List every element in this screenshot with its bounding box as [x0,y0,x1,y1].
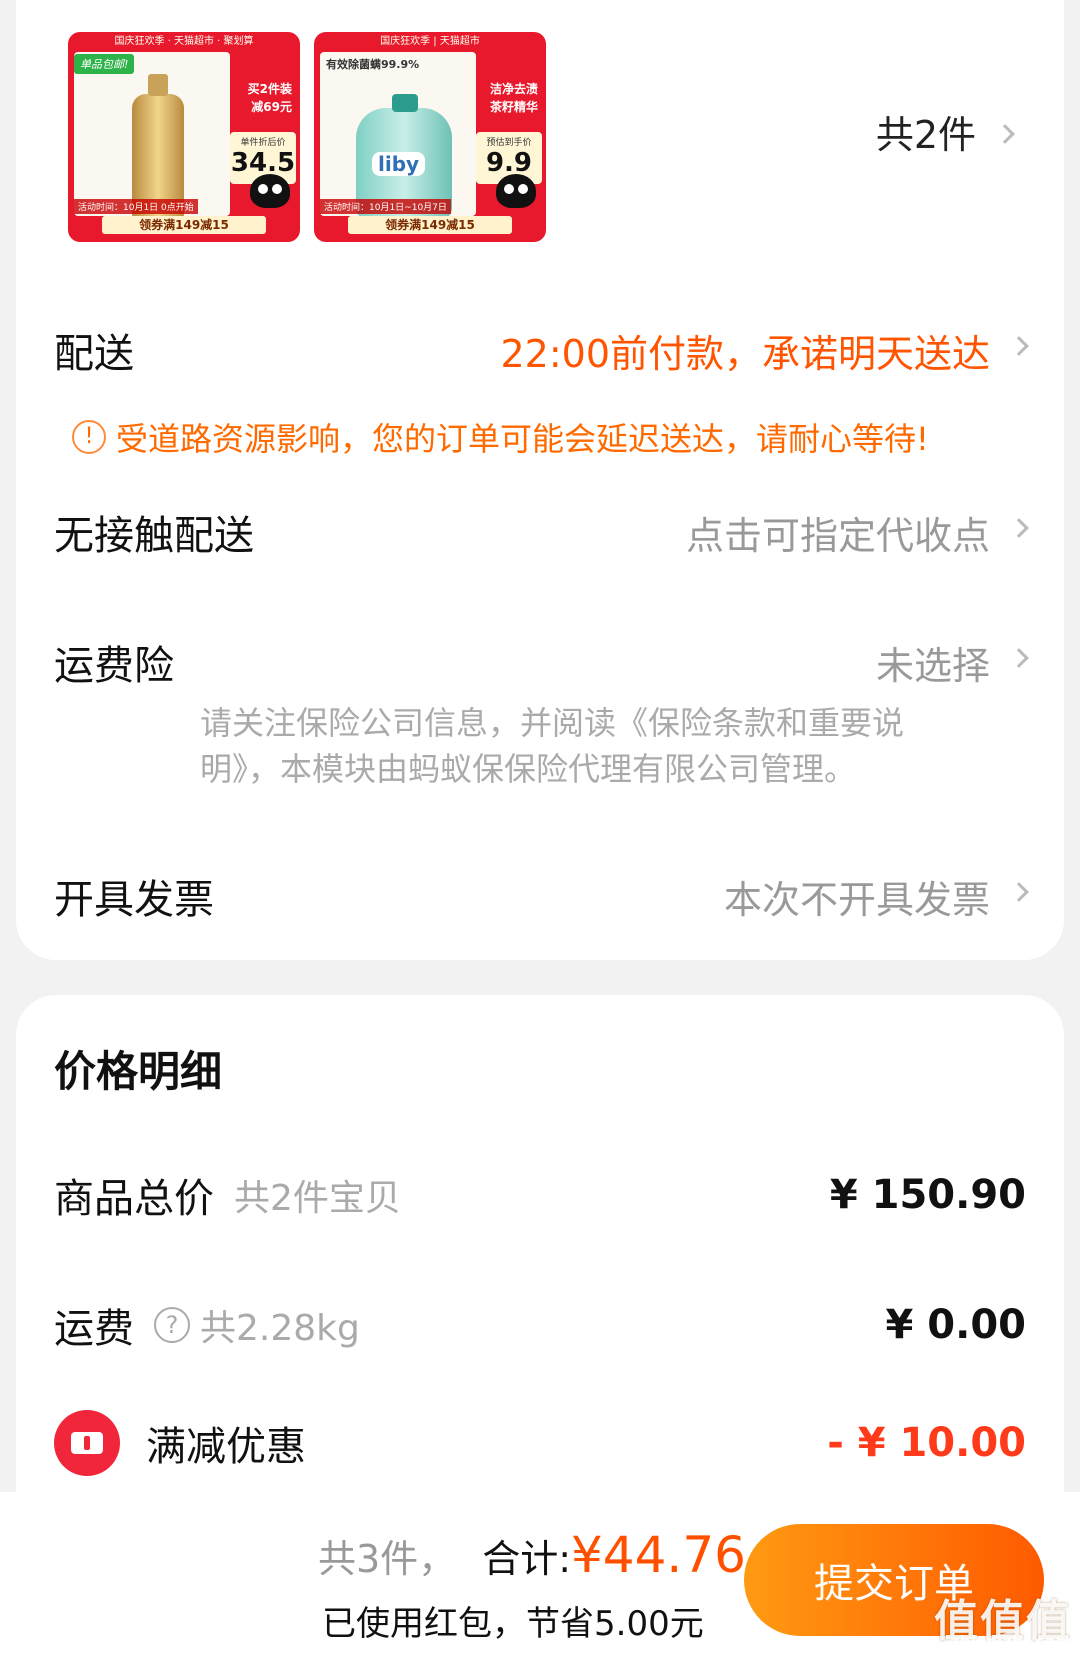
notice-text: 受道路资源影响，您的订单可能会延迟送达，请耐心等待! [116,420,929,458]
tmall-cat-icon [250,174,290,208]
product-image-shampoo[interactable]: 国庆狂欢季 · 天猫超市 · 聚划算 单品包邮! 买2件装 减69元 单件折后价… [68,32,300,242]
shipping-label: 运费 [54,1306,134,1352]
activity-time: 活动时间：10月1日 0点开始 [74,199,198,214]
goods-total-label: 商品总价 [54,1176,214,1222]
item-count-link[interactable]: 共2件 [875,104,1015,159]
watermark: 值值值 zhizhizhi.com [934,1596,1072,1652]
product-banner: 国庆狂欢季 | 天猫超市 [380,36,480,47]
coupon-text: 领券满149减15 [102,216,266,234]
shipping-row: 运费? 共2.28kg ¥ 0.00 [54,1296,1026,1354]
order-info-card: 国庆狂欢季 · 天猫超市 · 聚划算 单品包邮! 买2件装 减69元 单件折后价… [16,0,1064,960]
insurance-value: 未选择 [876,635,1029,690]
discount-row: 满减优惠 - ¥ 10.00 [54,1410,1026,1476]
invoice-row[interactable]: 开具发票 本次不开具发票 [54,866,1029,926]
contactless-row[interactable]: 无接触配送 点击可指定代收点 [54,502,1029,562]
delivery-value: 22:00前付款，承诺明天送达 [500,323,1029,378]
shipping-weight: 共2.28kg [200,1308,360,1349]
discount-value: - ¥ 10.00 [827,1420,1026,1466]
activity-time: 活动时间：10月1日~10月7日 [320,199,451,214]
product-photo [74,52,230,222]
savings-text: 已使用红包，节省5.00元 [322,1604,704,1644]
delivery-row[interactable]: 配送 22:00前付款，承诺明天送达 [54,320,1029,380]
goods-total-sub: 共2件宝贝 [234,1178,401,1219]
chevron-right-icon [995,123,1015,144]
product-promo: 洁净去渍 茶籽精华 [489,82,538,114]
delivery-label: 配送 [54,331,134,377]
coupon-icon [54,1410,120,1476]
delivery-delay-notice: ! 受道路资源影响，您的订单可能会延迟送达，请耐心等待! [72,414,929,460]
contactless-label: 无接触配送 [54,513,254,559]
shipping-value: ¥ 0.00 [885,1302,1026,1348]
invoice-label: 开具发票 [54,877,214,923]
chevron-right-icon [1009,518,1029,538]
chevron-right-icon [1009,336,1029,356]
goods-total-row: 商品总价 共2件宝贝 ¥ 150.90 [54,1166,1026,1224]
total-line: 共3件， 合计: ¥44.76 [318,1526,746,1584]
chevron-right-icon [1009,648,1029,668]
product-photo: liby [320,52,476,220]
total-label: 合计: [482,1537,571,1581]
chevron-right-icon [1009,882,1029,902]
warning-icon: ! [72,420,106,454]
product-image-detergent[interactable]: 国庆狂欢季 | 天猫超市 liby 有效除菌螨99.9% 洁净去渍 茶籽精华 预… [314,32,546,242]
product-promo: 买2件装 减69元 [247,82,292,114]
contactless-value: 点击可指定代收点 [686,505,1029,560]
coupon-text: 领券满149减15 [348,216,512,234]
invoice-value: 本次不开具发票 [724,869,1029,924]
insurance-label: 运费险 [54,643,174,689]
tmall-cat-icon [496,174,536,208]
discount-label: 满减优惠 [146,1424,306,1470]
checkout-bar: 共3件， 合计: ¥44.76 已使用红包，节省5.00元 提交订单 值值值 z… [0,1492,1080,1658]
price-detail-title: 价格明细 [54,1047,223,1096]
total-amount: ¥44.76 [571,1526,746,1584]
goods-total-value: ¥ 150.90 [829,1172,1026,1218]
brand-logo: liby [372,152,426,176]
insurance-note: 请关注保险公司信息，并阅读《保险条款和重要说明》，本模块由蚂蚁保保险代理有限公司… [200,704,905,788]
product-tag: 有效除菌螨99.9% [326,58,420,71]
product-banner: 国庆狂欢季 · 天猫超市 · 聚划算 [114,36,254,47]
total-count: 共3件， [318,1537,457,1581]
question-icon[interactable]: ? [154,1307,190,1343]
product-tag: 单品包邮! [74,54,135,74]
item-count: 共2件 [875,113,976,157]
insurance-row[interactable]: 运费险 未选择 [54,632,1029,692]
